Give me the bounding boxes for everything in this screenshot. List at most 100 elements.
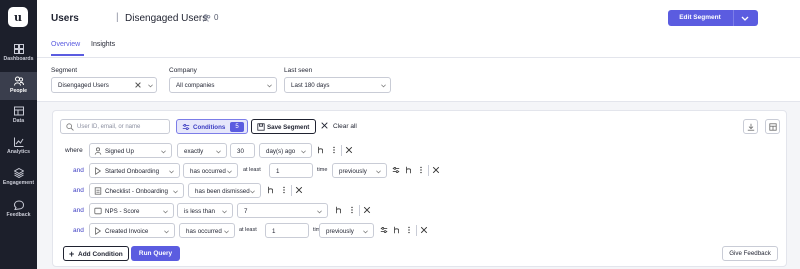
chevron-down-icon (317, 210, 322, 214)
condition-field-select[interactable]: Created Invoice (89, 223, 175, 238)
query-builder: User ID, email, or name Conditions 5 Sav… (52, 110, 787, 267)
search-input[interactable]: User ID, email, or name (60, 119, 170, 134)
last-seen-select[interactable]: Last 180 days (284, 77, 391, 93)
sidebar-item-data[interactable]: Data (0, 102, 37, 132)
condition-period-value: previously (339, 168, 367, 175)
sidebar-item-label: Analytics (6, 149, 31, 155)
condition-period-value: previously (326, 228, 354, 235)
give-feedback-button[interactable]: Give Feedback (722, 246, 778, 261)
download-button[interactable] (743, 119, 758, 134)
more-vertical-icon[interactable] (330, 146, 338, 154)
condition-field-value: Signed Up (105, 148, 134, 155)
condition-unit-label: time (317, 167, 328, 173)
sidebar-item-engagement[interactable]: Engagement (0, 164, 37, 194)
clear-all-label: Clear all (333, 123, 357, 130)
users-icon (203, 14, 211, 22)
condition-operator-select[interactable]: has been dismissed (188, 183, 261, 198)
remove-condition-icon[interactable] (345, 146, 353, 154)
chevron-down-icon (173, 190, 178, 194)
condition-row: and Started Onboarding has occurred at l… (53, 163, 788, 178)
condition-field-select[interactable]: Started Onboarding (89, 163, 180, 178)
conditions-label: Conditions (193, 124, 226, 131)
sidebar-item-analytics[interactable]: Analytics (0, 133, 37, 163)
sidebar-item-people[interactable]: People (0, 72, 37, 100)
chevron-down-icon (163, 210, 168, 214)
sidebar-item-feedback[interactable]: Feedback (0, 196, 37, 226)
condition-conjunction[interactable]: and (73, 187, 84, 194)
remove-condition-icon[interactable] (363, 206, 371, 214)
condition-operator-select[interactable]: has occurred (183, 163, 238, 178)
condition-field-value: Checklist - Onboarding (105, 188, 168, 195)
run-query-button[interactable]: Run Query (131, 246, 180, 261)
conditions-count-badge: 5 (230, 122, 244, 132)
remove-condition-icon[interactable] (295, 186, 303, 194)
segment-select[interactable]: Disengaged Users (51, 77, 157, 93)
close-icon (321, 122, 328, 129)
condition-value-input[interactable]: 1 (269, 163, 313, 178)
chevron-down-icon (169, 170, 174, 174)
remove-condition-icon[interactable] (432, 166, 440, 174)
branch-icon[interactable] (317, 146, 325, 154)
app-logo[interactable]: u (8, 7, 28, 27)
condition-field-select[interactable]: Checklist - Onboarding (89, 183, 184, 198)
condition-field-select[interactable]: NPS - Score (89, 203, 174, 218)
sidebar-item-dashboards[interactable]: Dashboards (0, 40, 37, 70)
branch-icon[interactable] (393, 226, 401, 234)
condition-conjunction[interactable]: and (73, 227, 84, 234)
chevron-down-icon (148, 84, 153, 88)
chevron-down-icon (224, 230, 229, 234)
condition-period-select[interactable]: previously (332, 163, 387, 178)
tab-insights[interactable]: Insights (91, 41, 115, 48)
more-vertical-icon[interactable] (348, 206, 356, 214)
chevron-down-icon (164, 230, 169, 234)
last-seen-select-value: Last 180 days (291, 82, 330, 89)
segment-filter-label: Segment (51, 67, 78, 74)
condition-operator-select[interactable]: has occurred (179, 223, 235, 238)
chevron-down-icon (301, 150, 306, 154)
condition-conjunction[interactable]: and (73, 167, 84, 174)
conditions-button[interactable]: Conditions 5 (176, 119, 248, 134)
filter-sliders-icon[interactable] (392, 166, 400, 174)
company-select[interactable]: All companies (169, 77, 277, 93)
people-icon (13, 76, 24, 86)
condition-conjunction[interactable]: and (73, 207, 84, 214)
chevron-down-icon (216, 150, 221, 154)
feedback-icon (13, 200, 24, 210)
condition-operator-select[interactable]: exactly (177, 143, 227, 158)
tab-overview[interactable]: Overview (51, 41, 80, 48)
more-vertical-icon[interactable] (405, 226, 413, 234)
clear-icon[interactable] (134, 81, 142, 89)
chevron-down-icon[interactable] (740, 13, 750, 23)
remove-condition-icon[interactable] (420, 226, 428, 234)
company-select-value: All companies (176, 82, 215, 89)
more-vertical-icon[interactable] (417, 166, 425, 174)
condition-operator-value: is less than (184, 208, 215, 215)
clear-all-button[interactable]: Clear all (321, 122, 357, 130)
condition-unit-select[interactable]: day(s) ago (259, 143, 312, 158)
condition-period-select[interactable]: previously (319, 223, 374, 238)
branch-icon[interactable] (267, 186, 275, 194)
sidebar-item-label: Data (12, 118, 25, 124)
more-vertical-icon[interactable] (280, 186, 288, 194)
condition-field-select[interactable]: Signed Up (89, 143, 172, 158)
branch-icon[interactable] (335, 206, 343, 214)
button-divider (733, 10, 734, 26)
condition-value: 1 (272, 228, 276, 235)
chevron-down-icon (381, 84, 386, 88)
condition-value-input[interactable]: 30 (230, 143, 255, 158)
condition-value-select[interactable]: 7 (237, 203, 328, 218)
save-segment-button[interactable]: Save Segment (251, 119, 316, 134)
add-condition-button[interactable]: + Add Condition (63, 246, 129, 261)
edit-segment-button[interactable]: Edit Segment (668, 10, 758, 26)
table-columns-icon (769, 123, 777, 131)
condition-value-input[interactable]: 1 (265, 223, 309, 238)
condition-field-value: NPS - Score (105, 208, 140, 215)
action-divider (359, 205, 360, 216)
branch-icon[interactable] (405, 166, 413, 174)
download-icon (747, 123, 755, 131)
filter-sliders-icon[interactable] (380, 226, 388, 234)
condition-operator-select[interactable]: is less than (177, 203, 233, 218)
columns-button[interactable] (765, 119, 780, 134)
condition-qualifier: at least (243, 167, 261, 173)
edit-segment-label: Edit Segment (679, 14, 721, 21)
